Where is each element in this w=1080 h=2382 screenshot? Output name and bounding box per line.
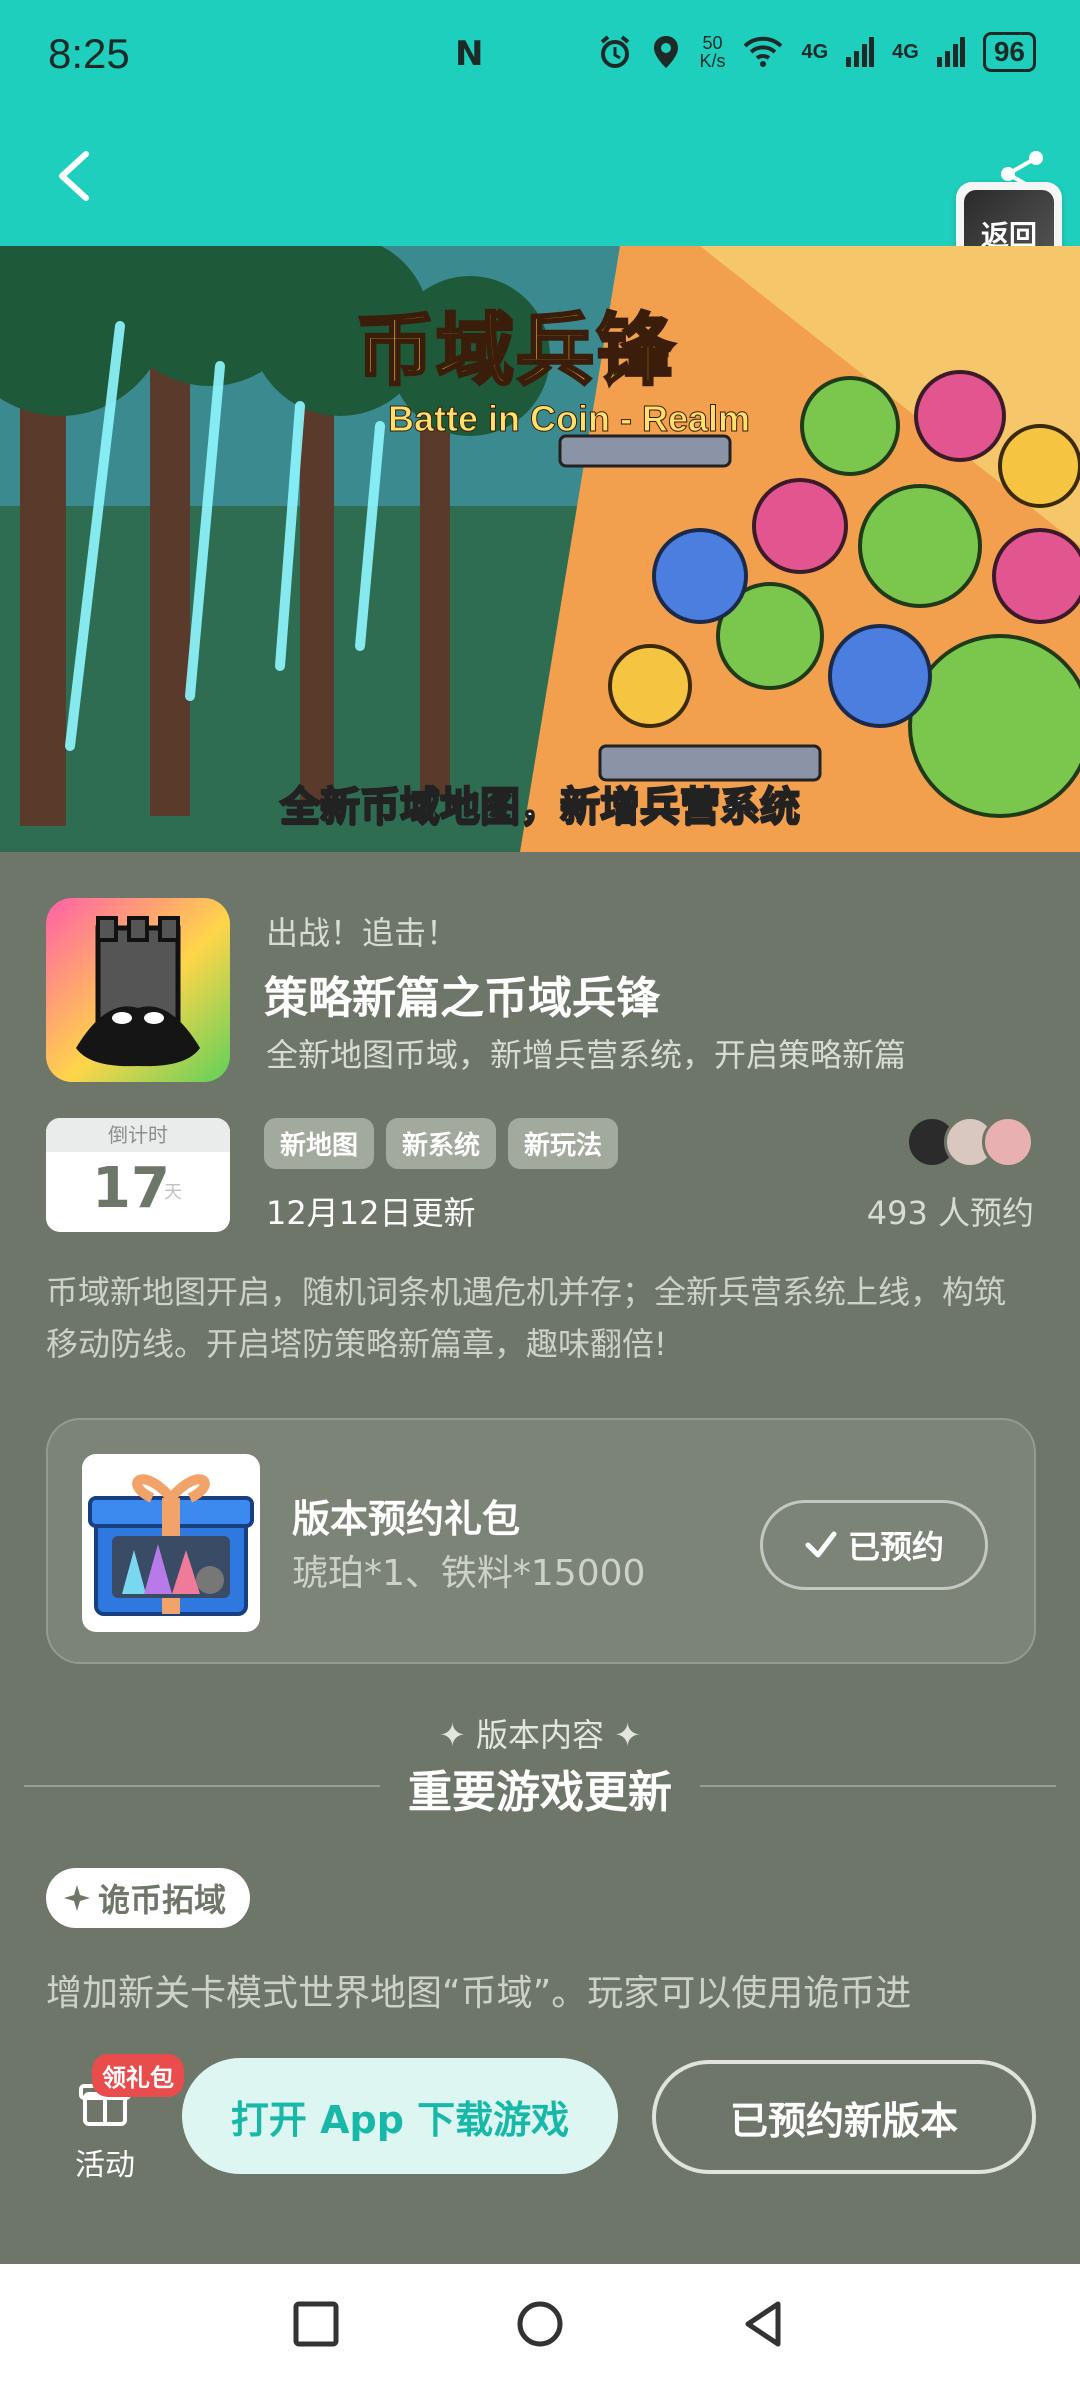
banner-caption: 全新币域地图，新增兵营系统	[279, 783, 801, 831]
game-app-icon	[46, 898, 230, 1082]
gift-reserved-button[interactable]: 已预约	[760, 1500, 988, 1590]
reserve-count: 493 人预约	[866, 1194, 1034, 1232]
countdown-value: 17	[92, 1156, 170, 1221]
net-speed: 50 K/s	[699, 33, 726, 71]
check-icon	[805, 1531, 837, 1558]
gift-title: 版本预约礼包	[292, 1497, 521, 1541]
location-icon	[654, 36, 679, 68]
home-icon[interactable]	[512, 2296, 568, 2352]
section-title: 重要游戏更新	[408, 1767, 672, 1818]
reservation-gift-card: 版本预约礼包 琥珀*1、铁料*15000 已预约	[46, 1418, 1036, 1664]
tag-new-map: 新地图	[264, 1118, 375, 1169]
status-icons: 50 K/s 4G 4G 96	[597, 32, 1036, 72]
section-kicker: ✦ 版本内容 ✦	[439, 1716, 641, 1754]
feature-chip-label: 诡币拓域	[98, 1881, 227, 1919]
top-header: 8:25 N 50 K/s 4G 4G 96	[0, 0, 1080, 246]
back-icon[interactable]	[736, 2296, 792, 2352]
alarm-icon	[601, 35, 630, 68]
feature-tags: 新地图 新系统 新玩法	[264, 1118, 619, 1169]
countdown-unit: 天	[164, 1182, 182, 1203]
status-time: 8:25	[48, 30, 130, 77]
signal-4g-2: 4G	[892, 40, 919, 63]
signal-bars-icon	[846, 37, 875, 67]
reserved-version-button[interactable]: 已预约新版本	[652, 2060, 1036, 2174]
avatar	[982, 1116, 1034, 1168]
nfc-icon: N	[455, 34, 484, 74]
game-title: 策略新篇之币域兵锋	[264, 973, 660, 1024]
feature-text-continued: 入“币域”新地图，不同的诡币可进入不同关卡，每个关	[46, 2014, 1036, 2032]
activity-label: 活动	[75, 2148, 135, 2183]
tower-mascot-icon	[76, 916, 200, 1067]
gift-badge[interactable]: 领礼包	[92, 2054, 184, 2097]
banner-image: 币域兵锋 Batte in Coin - Realm 全新币域地图，新增兵营系统	[0, 246, 1080, 852]
banner-title: 币域兵锋	[354, 305, 677, 398]
sparkle-icon	[64, 1885, 90, 1911]
signal-bars-icon	[936, 37, 965, 67]
gift-box-icon	[82, 1454, 260, 1632]
game-description: 全新地图币域，新增兵营系统，开启策略新篇	[266, 1036, 907, 1074]
banner-subtitle: Batte in Coin - Realm	[387, 398, 751, 440]
gift-reserved-label: 已预约	[847, 1528, 944, 1566]
battery-indicator: 96	[982, 32, 1036, 72]
wifi-icon	[744, 36, 783, 67]
tag-new-gameplay: 新玩法	[508, 1118, 619, 1169]
game-tagline: 出战！追击！	[266, 914, 459, 952]
signal-4g-1: 4G	[801, 40, 829, 63]
countdown-label: 倒计时	[46, 1118, 230, 1152]
recent-apps-icon[interactable]	[288, 2296, 344, 2352]
open-app-button[interactable]: 打开 App 下载游戏	[182, 2058, 618, 2174]
back-arrow-icon[interactable]	[52, 148, 96, 204]
update-date: 12月12日更新	[266, 1194, 476, 1232]
countdown-badge: 倒计时 17 天	[46, 1118, 230, 1232]
gift-description: 琥珀*1、铁料*15000	[292, 1553, 646, 1594]
reserver-avatars	[906, 1116, 1034, 1168]
version-summary: 币域新地图开启，随机词条机遇危机并存；全新兵营系统上线，构筑移动防线。开启塔防策…	[46, 1273, 1007, 1363]
tag-new-system: 新系统	[386, 1118, 497, 1169]
system-nav-bar	[0, 2264, 1080, 2382]
feature-chip: 诡币拓域	[46, 1868, 251, 1928]
